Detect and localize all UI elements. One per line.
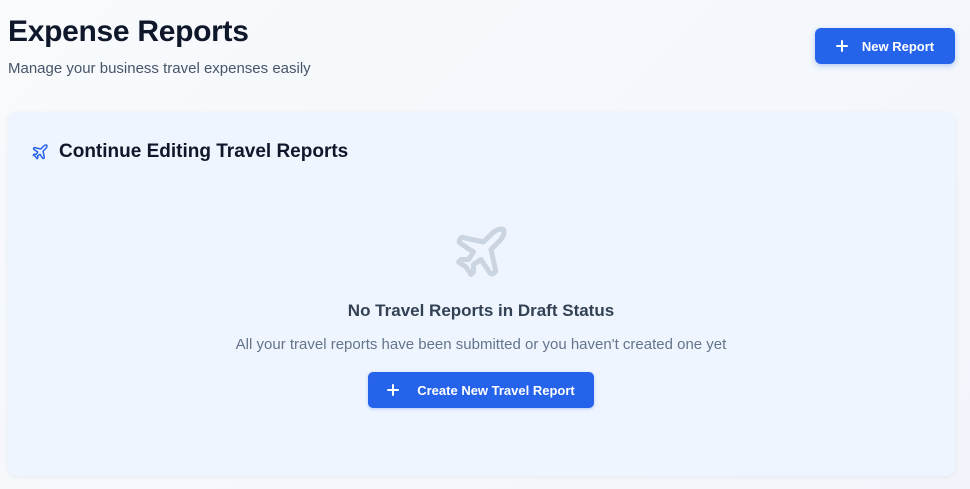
plane-icon bbox=[456, 226, 507, 277]
plane-icon bbox=[32, 144, 48, 160]
empty-state: No Travel Reports in Draft Status All yo… bbox=[7, 222, 955, 408]
create-travel-report-label: Create New Travel Report bbox=[417, 382, 575, 398]
page-subtitle: Manage your business travel expenses eas… bbox=[8, 60, 311, 77]
empty-state-description: All your travel reports have been submit… bbox=[235, 336, 727, 353]
plus-icon bbox=[835, 40, 848, 52]
page-header: Expense Reports Manage your business tra… bbox=[8, 14, 955, 84]
new-report-label: New Report bbox=[861, 38, 935, 54]
card-header: Continue Editing Travel Reports bbox=[31, 140, 348, 164]
create-travel-report-button[interactable]: Create New Travel Report bbox=[368, 372, 594, 408]
draft-reports-card: Continue Editing Travel Reports No Trave… bbox=[7, 112, 955, 476]
card-title: Continue Editing Travel Reports bbox=[59, 141, 349, 162]
empty-state-title: No Travel Reports in Draft Status bbox=[347, 301, 615, 320]
plus-icon bbox=[387, 384, 400, 396]
new-report-button[interactable]: New Report bbox=[815, 28, 955, 64]
page-title: Expense Reports bbox=[8, 15, 249, 48]
